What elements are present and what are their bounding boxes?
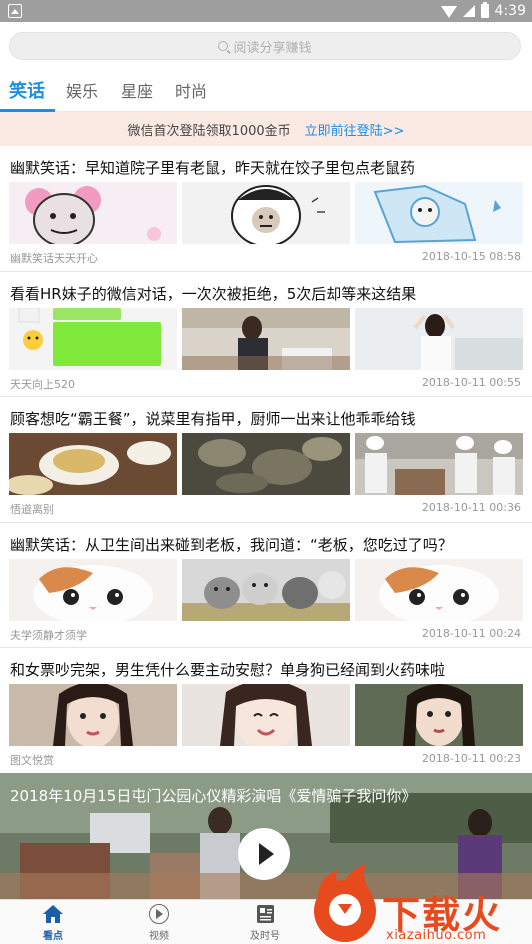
article-time: 2018-10-11 00:36 bbox=[421, 501, 521, 514]
list-item[interactable]: 看看HR妹子的微信对话，一次次被拒绝，5次后却等来这结果 天天向上520 201… bbox=[0, 271, 532, 397]
search-icon bbox=[218, 41, 229, 51]
nav-label-news: 及时号 bbox=[250, 931, 280, 942]
article-thumbnail bbox=[355, 558, 523, 621]
article-thumbnail bbox=[182, 307, 350, 370]
article-images bbox=[9, 558, 523, 621]
article-thumbnail bbox=[355, 684, 523, 746]
article-thumbnail bbox=[182, 684, 350, 746]
watermark-logo: 下载火 xiazaihuo.com bbox=[310, 862, 532, 944]
wifi-icon bbox=[440, 6, 457, 18]
article-thumbnail bbox=[182, 558, 350, 621]
notification-icon bbox=[8, 4, 22, 18]
article-source: 天天向上520 bbox=[10, 377, 75, 391]
nav-item-news[interactable]: 及时号 bbox=[212, 900, 318, 944]
tab-entertainment[interactable]: 娱乐 bbox=[66, 78, 98, 106]
article-time: 2018-10-15 08:58 bbox=[421, 250, 521, 263]
status-bar: 4:39 bbox=[0, 0, 532, 22]
article-source: 夫学须静才须学 bbox=[10, 628, 87, 642]
battery-icon bbox=[480, 2, 489, 18]
news-feed: 幽默笑话：早知道院子里有老鼠，昨天就在饺子里包点老鼠药 幽默笑话天天开心 201… bbox=[0, 146, 532, 774]
article-title[interactable]: 幽默笑话：从卫生间出来碰到老板，我问道：“老板，您吃过了吗？ bbox=[10, 534, 524, 555]
article-time: 2018-10-11 00:24 bbox=[421, 626, 521, 640]
article-title[interactable]: 顾客想吃“霸王餐”，说菜里有指甲，厨师一出来让他乖乖给钱 bbox=[10, 408, 524, 429]
search-bar: 阅读分享赚钱 bbox=[0, 22, 532, 72]
promo-login-link[interactable]: 立即前往登陆>> bbox=[305, 120, 405, 139]
category-tabs: 笑话 娱乐 星座 时尚 bbox=[0, 72, 532, 112]
nav-item-home[interactable]: 看点 bbox=[0, 900, 106, 944]
article-source: 幽默笑话天天开心 bbox=[10, 252, 98, 265]
article-title[interactable]: 和女票吵完架，男生凭什么要主动安慰？单身狗已经闻到火药味啦 bbox=[10, 659, 524, 680]
article-thumbnail bbox=[9, 307, 177, 370]
article-source: 图文悦赏 bbox=[10, 754, 54, 767]
nav-label-video: 视频 bbox=[149, 931, 169, 942]
status-indicators: 4:39 bbox=[440, 2, 526, 20]
article-title[interactable]: 幽默笑话：早知道院子里有老鼠，昨天就在饺子里包点老鼠药 bbox=[10, 157, 524, 178]
nav-label-home: 看点 bbox=[43, 931, 63, 942]
article-time: 2018-10-11 00:23 bbox=[421, 752, 521, 765]
article-thumbnail bbox=[182, 182, 350, 244]
video-title[interactable]: 2018年10月15日屯门公园心仪精彩演唱《爱情骗子我问你》 bbox=[10, 785, 416, 806]
article-thumbnail bbox=[355, 307, 523, 370]
tab-jokes[interactable]: 笑话 bbox=[9, 78, 45, 106]
tab-horoscope[interactable]: 星座 bbox=[121, 78, 153, 106]
video-icon bbox=[149, 904, 169, 924]
tab-fashion[interactable]: 时尚 bbox=[175, 78, 207, 106]
login-promo-banner[interactable]: 微信首次登陆领取1000金币 立即前往登陆>> bbox=[0, 112, 532, 146]
article-thumbnail bbox=[355, 433, 523, 495]
list-item[interactable]: 幽默笑话：早知道院子里有老鼠，昨天就在饺子里包点老鼠药 幽默笑话天天开心 201… bbox=[0, 146, 532, 272]
article-images bbox=[9, 182, 523, 244]
list-item[interactable]: 幽默笑话：从卫生间出来碰到老板，我问道：“老板，您吃过了吗？ 夫学须静才须学 2… bbox=[0, 522, 532, 648]
article-images bbox=[9, 433, 523, 495]
signal-icon bbox=[462, 5, 475, 17]
article-thumbnail bbox=[182, 433, 350, 495]
watermark-url: xiazaihuo.com bbox=[386, 928, 487, 943]
home-icon bbox=[43, 905, 63, 923]
article-thumbnail bbox=[9, 433, 177, 495]
article-source: 悟道离别 bbox=[10, 503, 54, 516]
article-thumbnail bbox=[355, 182, 523, 244]
status-time: 4:39 bbox=[494, 3, 526, 19]
news-icon bbox=[257, 905, 274, 923]
article-images bbox=[9, 307, 523, 370]
article-time: 2018-10-11 00:55 bbox=[421, 375, 521, 389]
play-button[interactable] bbox=[238, 828, 290, 880]
article-thumbnail bbox=[9, 558, 177, 621]
search-placeholder: 阅读分享赚钱 bbox=[233, 40, 312, 56]
article-thumbnail bbox=[9, 684, 177, 746]
list-item[interactable]: 顾客想吃“霸王餐”，说菜里有指甲，厨师一出来让他乖乖给钱 悟道离别 2018-1… bbox=[0, 397, 532, 523]
article-thumbnail bbox=[9, 182, 177, 244]
search-input[interactable]: 阅读分享赚钱 bbox=[9, 32, 521, 60]
promo-text: 微信首次登陆领取1000金币 bbox=[127, 123, 291, 139]
article-title[interactable]: 看看HR妹子的微信对话，一次次被拒绝，5次后却等来这结果 bbox=[10, 283, 524, 304]
list-item[interactable]: 和女票吵完架，男生凭什么要主动安慰？单身狗已经闻到火药味啦 图文悦赏 2018-… bbox=[0, 648, 532, 774]
nav-item-video[interactable]: 视频 bbox=[106, 900, 212, 944]
article-images bbox=[9, 684, 523, 746]
download-icon bbox=[314, 880, 376, 942]
